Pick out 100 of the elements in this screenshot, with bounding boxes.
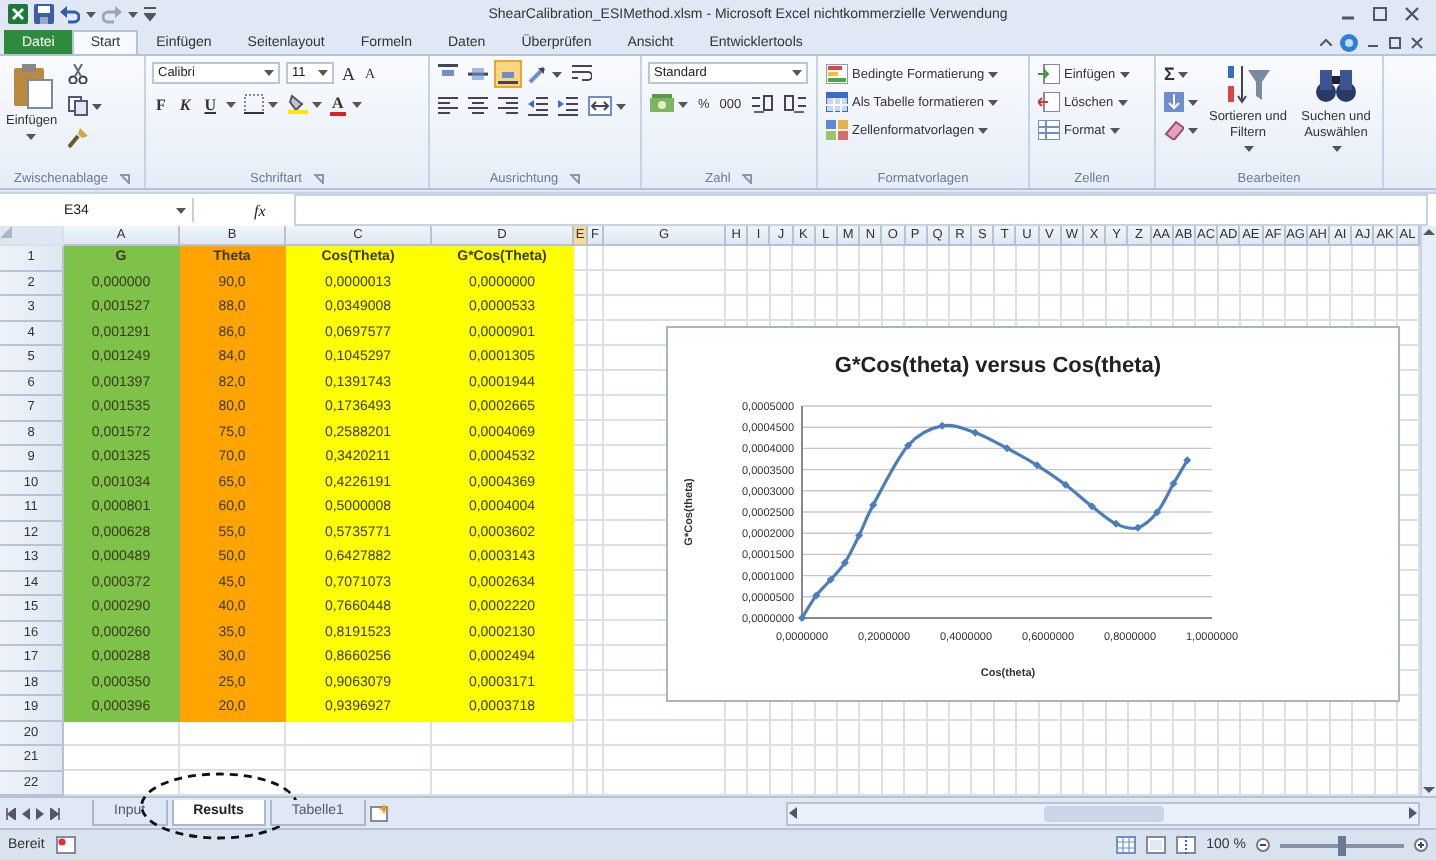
scroll-left-icon[interactable] (788, 806, 798, 820)
data-marker (938, 421, 947, 430)
next-sheet-icon[interactable] (36, 807, 44, 819)
caret-icon[interactable] (616, 103, 626, 109)
grid-icon[interactable] (1038, 120, 1060, 140)
bold-button[interactable]: F (152, 95, 170, 113)
diagonal-arrow-icon[interactable] (528, 64, 548, 84)
undo-icon[interactable] (60, 4, 80, 24)
zoom-out-icon[interactable] (1256, 838, 1270, 852)
data-marker (1112, 519, 1121, 528)
caret-icon[interactable] (1331, 146, 1341, 152)
merge-button[interactable] (586, 94, 628, 118)
caret-icon[interactable] (26, 134, 37, 140)
clipboard-icon[interactable] (9, 62, 54, 110)
sort-funnel-icon[interactable] (1224, 62, 1272, 106)
caret-icon[interactable] (1117, 99, 1128, 105)
caret-icon[interactable] (1119, 71, 1130, 77)
borders-button[interactable] (242, 92, 281, 116)
scroll-right-icon[interactable] (1408, 806, 1418, 820)
table-icon[interactable] (826, 92, 848, 112)
function-label[interactable]: fx (206, 201, 282, 219)
data-marker (869, 501, 878, 509)
borders-icon[interactable] (244, 94, 265, 114)
caret-icon[interactable] (86, 11, 96, 17)
caret-icon[interactable] (318, 70, 328, 76)
caret-icon[interactable] (128, 11, 138, 17)
caret-icon[interactable] (1109, 127, 1120, 133)
merge-cells-icon[interactable] (588, 96, 612, 116)
caret-icon[interactable] (678, 101, 688, 107)
data-marker (971, 428, 980, 437)
customize-icon[interactable] (144, 6, 156, 22)
caret-icon[interactable] (226, 101, 237, 107)
caret-icon[interactable] (264, 70, 274, 76)
app-icon[interactable] (8, 4, 28, 24)
paint-bucket-icon[interactable] (288, 94, 309, 114)
underline-button[interactable]: U (200, 95, 221, 113)
close-icon[interactable] (1410, 35, 1424, 49)
caret-icon[interactable] (988, 71, 999, 77)
zoom-in-icon[interactable] (1414, 838, 1428, 852)
data-marker (1153, 508, 1162, 517)
data-marker (904, 441, 913, 450)
chart-title: G*Cos(theta) versus Cos(theta) (834, 354, 1162, 378)
bar-list-icon[interactable] (826, 64, 848, 84)
formula-field[interactable] (293, 194, 1428, 226)
scissors-icon[interactable] (67, 64, 88, 84)
data-marker (1033, 461, 1042, 470)
insert-cells-icon[interactable] (1038, 64, 1060, 84)
normal-view-icon[interactable] (1116, 836, 1137, 854)
caret-icon[interactable] (351, 101, 362, 107)
copy-button[interactable] (65, 94, 104, 118)
previous-sheet-icon[interactable] (22, 807, 30, 819)
caret-icon[interactable] (1188, 127, 1198, 133)
caret-icon[interactable] (91, 103, 102, 109)
data-marker (1061, 480, 1070, 489)
close-icon[interactable] (1404, 6, 1420, 22)
collapse-ribbon-icon[interactable] (1320, 38, 1332, 46)
caret-icon[interactable] (268, 101, 279, 107)
caret-icon[interactable] (312, 101, 323, 107)
data-marker (798, 614, 806, 622)
color-squares-icon[interactable] (826, 120, 848, 140)
page-layout-icon[interactable] (1146, 836, 1167, 854)
caret-icon[interactable] (792, 70, 802, 76)
orientation-button[interactable] (526, 62, 564, 86)
fill-color-button[interactable] (286, 92, 325, 116)
delete-cells-icon[interactable] (1038, 92, 1060, 112)
clear-button[interactable] (1162, 118, 1200, 142)
data-marker (1169, 479, 1178, 488)
macro-record-icon[interactable] (56, 836, 77, 854)
first-sheet-icon[interactable] (6, 807, 16, 819)
caret-icon[interactable] (988, 99, 998, 105)
currency-button[interactable] (648, 92, 690, 116)
banknote-icon[interactable] (650, 94, 674, 114)
brush-icon[interactable] (67, 128, 88, 148)
grow-font-button[interactable]: A (340, 63, 357, 83)
caret-icon[interactable] (1243, 146, 1253, 152)
caret-icon[interactable] (978, 127, 989, 133)
font-color-button[interactable]: A (330, 93, 346, 115)
fill-button[interactable] (1162, 90, 1200, 114)
eraser-icon[interactable] (1164, 120, 1184, 140)
italic-button[interactable]: K (175, 95, 195, 113)
caret-icon[interactable] (1188, 99, 1198, 105)
last-sheet-icon[interactable] (50, 807, 60, 819)
copy-icon[interactable] (67, 96, 88, 116)
fill-down-icon[interactable] (1164, 92, 1184, 112)
data-marker (812, 591, 821, 600)
help-icon[interactable] (1340, 33, 1358, 51)
autosum-button[interactable]: Σ (1162, 62, 1200, 86)
caret-icon[interactable] (1178, 71, 1189, 77)
data-marker (1087, 502, 1096, 511)
page-break-icon[interactable] (1176, 836, 1197, 854)
horizontal-scrollbar[interactable] (786, 801, 1420, 825)
caret-icon[interactable] (176, 207, 186, 213)
data-marker (1003, 444, 1011, 453)
data-marker (1183, 456, 1192, 465)
slider-thumb[interactable] (1338, 835, 1346, 855)
caret-icon[interactable] (552, 71, 562, 77)
data-marker (840, 558, 849, 567)
save-icon[interactable] (34, 4, 54, 24)
data-marker (826, 575, 835, 584)
insert-sheet-icon[interactable] (369, 804, 390, 822)
